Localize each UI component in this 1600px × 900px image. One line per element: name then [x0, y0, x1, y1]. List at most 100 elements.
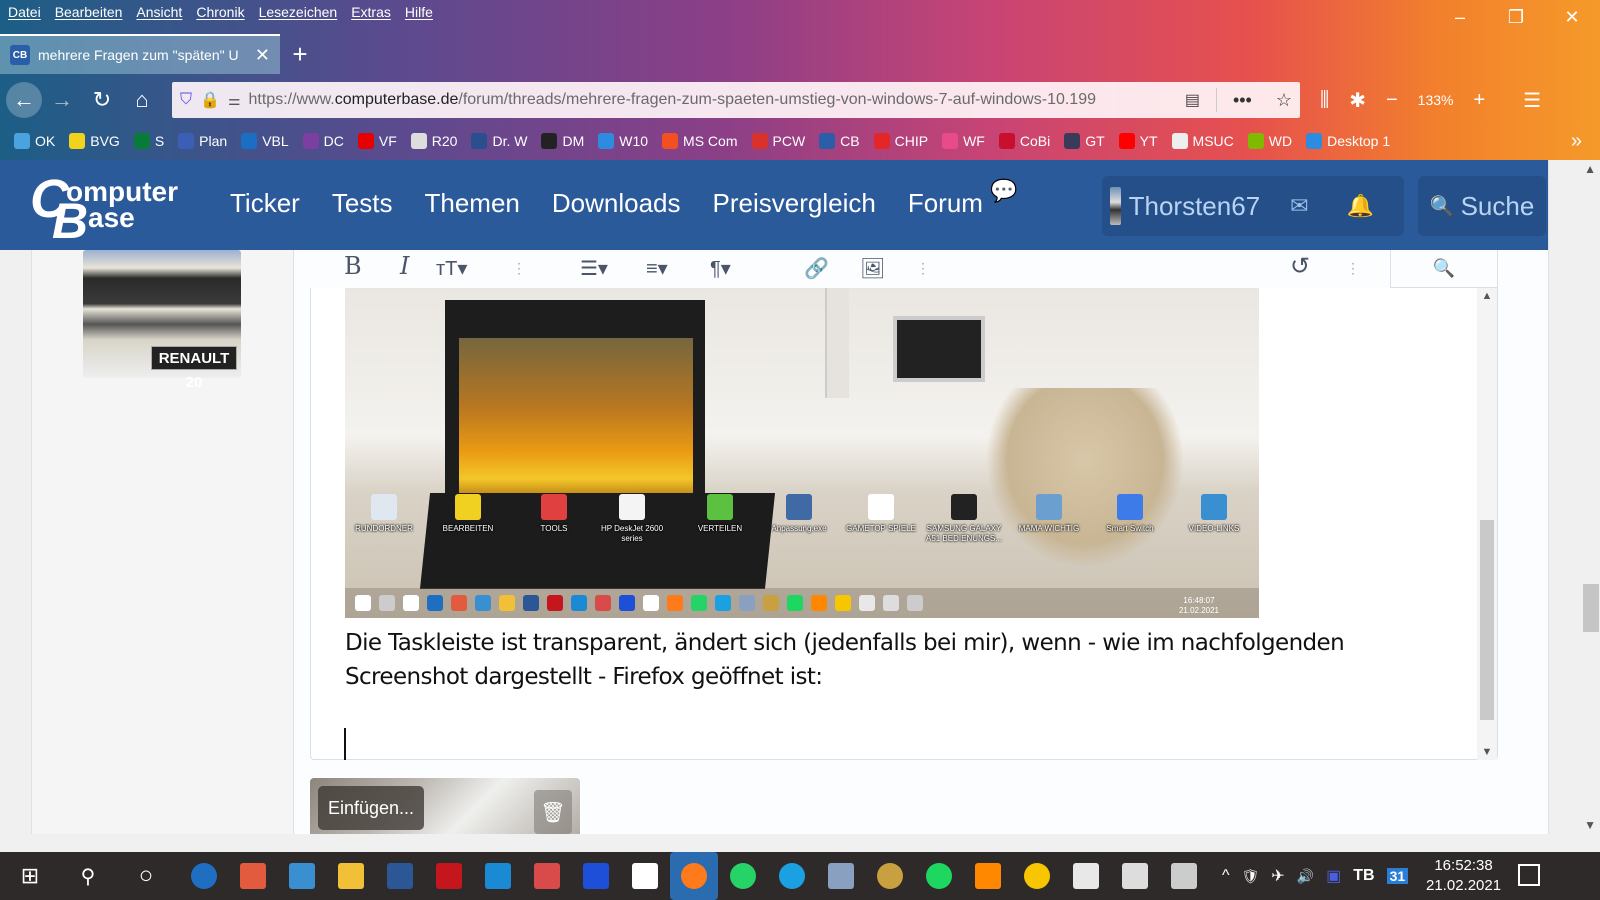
reload-button[interactable]: ↻: [82, 80, 122, 120]
whatsapp-icon[interactable]: [727, 860, 759, 892]
tab-active[interactable]: CB mehrere Fragen zum "späten" U ✕: [0, 34, 280, 74]
page-scroll-down-icon[interactable]: ▼: [1584, 818, 1596, 832]
bookmark-item[interactable]: BVG: [69, 133, 120, 149]
taskbar-clock[interactable]: 16:52:38 21.02.2021: [1426, 856, 1501, 896]
paint-icon[interactable]: [531, 860, 563, 892]
post-avatar[interactable]: RENAULT 20: [83, 250, 241, 391]
list-button[interactable]: ☰▾: [580, 256, 608, 281]
embedded-desktop-screenshot[interactable]: RUNDORDNER BEARBEITEN TOOLS HP DeskJet 2600…: [345, 288, 1259, 618]
acrobat-icon[interactable]: [433, 860, 465, 892]
bookmark-item[interactable]: W10: [598, 133, 648, 149]
forward-button[interactable]: →: [42, 80, 82, 120]
delete-attachment-icon[interactable]: 🗑: [534, 790, 572, 834]
bookmark-item[interactable]: GT: [1064, 133, 1105, 149]
bookmarks-overflow-icon[interactable]: »: [1571, 130, 1582, 153]
skat-icon[interactable]: [1070, 860, 1102, 892]
reader-view-icon[interactable]: ▤: [1185, 90, 1200, 110]
scroll-down-icon[interactable]: ▼: [1477, 746, 1497, 758]
airplane-icon[interactable]: ✈: [1271, 866, 1284, 886]
bookmark-item[interactable]: MS Com: [662, 133, 738, 149]
zoom-out-button[interactable]: −: [1376, 89, 1408, 112]
tracking-shield-icon[interactable]: ⛉: [180, 91, 192, 109]
bookmark-item[interactable]: PCW: [751, 133, 805, 149]
undo-icon[interactable]: ↺: [1290, 252, 1310, 281]
editor-scrollbar[interactable]: ▲ ▼: [1477, 288, 1497, 760]
username[interactable]: Thorsten67: [1129, 191, 1261, 222]
editor-paragraph[interactable]: Die Taskleiste ist transparent, ändert s…: [345, 626, 1465, 694]
zoom-level[interactable]: 133%: [1408, 92, 1464, 108]
text-size-button[interactable]: тT▾: [436, 256, 467, 281]
volume-icon[interactable]: 🔊: [1297, 868, 1314, 885]
vlc-icon[interactable]: [972, 860, 1004, 892]
bookmark-item[interactable]: MSUC: [1171, 133, 1234, 149]
home-button[interactable]: ⌂: [122, 80, 162, 120]
security-icon[interactable]: 🛡: [1242, 868, 1260, 885]
hamburger-menu-icon[interactable]: ☰: [1513, 88, 1551, 113]
power-app-icon[interactable]: [188, 860, 220, 892]
more-options-icon-2[interactable]: ⋮: [916, 260, 930, 277]
zoom-in-button[interactable]: +: [1463, 89, 1495, 112]
defender-icon[interactable]: [629, 860, 661, 892]
italic-button[interactable]: I: [400, 252, 409, 280]
nav-forum[interactable]: Forum: [908, 188, 983, 219]
nav-downloads[interactable]: Downloads: [552, 188, 681, 219]
tray-chevron-icon[interactable]: ^: [1222, 867, 1230, 885]
menu-bearbeiten[interactable]: Bearbeiten: [55, 4, 123, 20]
bookmark-item[interactable]: VF: [357, 133, 397, 149]
file-explorer-icon[interactable]: [335, 860, 367, 892]
close-tab-icon[interactable]: ✕: [255, 45, 270, 66]
nav-tests[interactable]: Tests: [332, 188, 393, 219]
more-options-icon-3[interactable]: ⋮: [1346, 260, 1360, 277]
bookmark-item[interactable]: CB: [819, 133, 860, 149]
page-scrollbar[interactable]: ▲ ▼: [1548, 160, 1600, 834]
lock-icon[interactable]: 🔒: [200, 90, 220, 110]
search-button[interactable]: 🔍 Suche: [1418, 176, 1546, 236]
word-icon[interactable]: [384, 860, 416, 892]
bookmark-item[interactable]: CoBi: [998, 133, 1050, 149]
minimize-button[interactable]: –: [1432, 0, 1488, 34]
message-editor[interactable]: RUNDORDNER BEARBEITEN TOOLS HP DeskJet 2600…: [310, 288, 1498, 760]
bookmark-item[interactable]: CHIP: [873, 133, 928, 149]
cortana-icon[interactable]: ○: [130, 860, 162, 892]
aimp-icon[interactable]: [1021, 860, 1053, 892]
user-avatar[interactable]: [1110, 187, 1121, 225]
url-bar[interactable]: ⛉ 🔒 ⚌ https://www.computerbase.de/forum/…: [172, 82, 1300, 118]
bookmark-item[interactable]: R20: [410, 133, 457, 149]
new-tab-button[interactable]: +: [280, 34, 320, 74]
bookmark-star-icon[interactable]: ☆: [1268, 90, 1300, 111]
more-options-icon[interactable]: ⋮: [512, 260, 526, 277]
link-icon[interactable]: 🔗: [804, 256, 829, 281]
shutdown-app-icon[interactable]: [237, 860, 269, 892]
nav-preisvergleich[interactable]: Preisvergleich: [713, 188, 876, 219]
extensions-icon[interactable]: ✱: [1339, 88, 1376, 113]
nav-ticker[interactable]: Ticker: [230, 188, 300, 219]
align-button[interactable]: ≡▾: [646, 256, 668, 281]
preview-button[interactable]: 🔍: [1390, 250, 1498, 288]
page-scroll-up-icon[interactable]: ▲: [1584, 162, 1596, 176]
bold-button[interactable]: B: [344, 252, 362, 280]
notification-center-icon[interactable]: [1518, 864, 1540, 886]
control-panel-icon[interactable]: [286, 860, 318, 892]
bookmark-item[interactable]: DM: [541, 133, 584, 149]
bookmark-item[interactable]: WD: [1247, 133, 1292, 149]
firefox-icon[interactable]: [670, 852, 718, 900]
menu-hilfe[interactable]: Hilfe: [405, 4, 433, 20]
menu-datei[interactable]: Datei: [8, 4, 41, 20]
bookmark-item[interactable]: YT: [1118, 133, 1158, 149]
disc-app-icon[interactable]: [874, 860, 906, 892]
dice-icon[interactable]: [1168, 860, 1200, 892]
bell-icon[interactable]: 🔔: [1347, 193, 1374, 219]
restore-button[interactable]: ❐: [1488, 0, 1544, 34]
editor-scroll-thumb[interactable]: [1480, 520, 1494, 720]
bookmark-item[interactable]: Dr. W: [471, 133, 527, 149]
bookmark-item[interactable]: VBL: [241, 133, 289, 149]
menu-extras[interactable]: Extras: [351, 4, 391, 20]
menu-ansicht[interactable]: Ansicht: [136, 4, 182, 20]
skype-icon[interactable]: [776, 860, 808, 892]
start-icon[interactable]: ⊞: [14, 860, 46, 892]
library-icon[interactable]: ⫼: [1310, 89, 1339, 112]
close-window-button[interactable]: ✕: [1544, 0, 1600, 34]
mail-icon[interactable]: ✉: [1290, 193, 1308, 219]
malwarebytes-icon[interactable]: [580, 860, 612, 892]
menu-lesezeichen[interactable]: Lesezeichen: [259, 4, 338, 20]
